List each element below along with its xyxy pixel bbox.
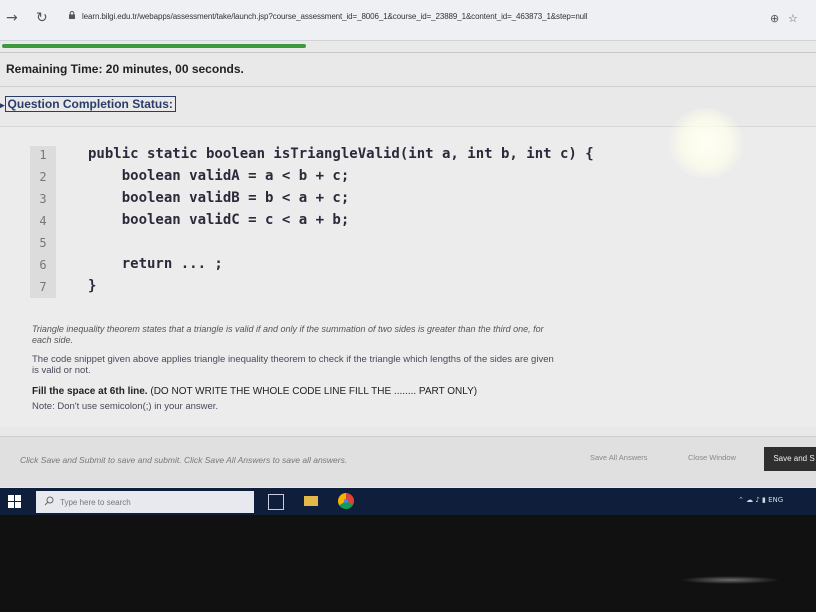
windows-start-icon[interactable] [8,495,22,509]
save-all-answers-button[interactable]: Save All Answers [590,453,648,462]
close-window-button[interactable]: Close Window [688,453,736,462]
save-and-submit-button[interactable]: Save and S [764,447,816,471]
submit-hint: Click Save and Submit to save and submit… [20,455,348,465]
question-completion-status-label: Question Completion Status: [4,96,176,112]
star-icon[interactable]: ☆ [788,12,798,25]
theorem-text: each side. [32,335,74,345]
timer-progress-bar [2,44,306,48]
language-indicator[interactable]: ENG [768,496,783,504]
url-text[interactable]: learn.bilgi.edu.tr/webapps/assessment/ta… [82,12,588,21]
theorem-text: Triangle inequality theorem states that … [32,324,544,334]
code-line: return ... ; [88,256,223,272]
line-number: 2 [39,170,47,184]
screen-glare [668,108,744,178]
line-number: 5 [39,236,47,250]
code-line: boolean validC = c < a + b; [88,212,350,228]
bezel-reflection [680,576,780,584]
instruction-text: Fill the space at 6th line. (DO NOT WRIT… [32,386,477,397]
forward-arrow-icon[interactable]: → [6,10,18,26]
instruction-bold: Fill the space at 6th line. [32,386,148,397]
line-number: 4 [39,214,47,228]
line-number: 3 [39,192,47,206]
instruction-rest: (DO NOT WRITE THE WHOLE CODE LINE FILL T… [147,386,478,397]
divider [0,86,816,87]
system-tray[interactable]: ⌃ ☁ ♪ ▮ ENG [738,496,783,504]
task-view-icon[interactable] [268,494,284,510]
zoom-icon[interactable]: ⊕ [770,12,779,25]
reload-icon[interactable]: ↻ [36,10,48,26]
question-completion-status[interactable]: ▸ Question Completion Status: [0,96,176,112]
screen: → ↻ learn.bilgi.edu.tr/webapps/assessmen… [0,0,816,515]
code-line: } [88,278,97,294]
description-text: The code snippet given above applies tri… [32,354,554,365]
taskbar-search-placeholder: Type here to search [60,498,131,507]
line-number: 1 [39,148,47,162]
line-number: 7 [39,280,47,294]
browser-address-bar: → ↻ learn.bilgi.edu.tr/webapps/assessmen… [0,0,816,41]
divider [0,52,816,53]
code-line: public static boolean isTriangleValid(in… [88,146,594,162]
lock-icon [69,11,75,19]
line-number: 6 [39,258,47,272]
chrome-center-icon [344,499,348,503]
code-line: boolean validB = b < a + c; [88,190,350,206]
search-icon [44,496,54,506]
collapse-arrow-icon[interactable]: ▸ [0,100,5,110]
description-text: is valid or not. [32,365,91,376]
code-line: boolean validA = a < b + c; [88,168,350,184]
remaining-time: Remaining Time: 20 minutes, 00 seconds. [6,62,244,76]
note-text: Note: Don't use semicolon(;) in your ans… [32,401,219,412]
file-explorer-icon[interactable] [304,496,318,506]
